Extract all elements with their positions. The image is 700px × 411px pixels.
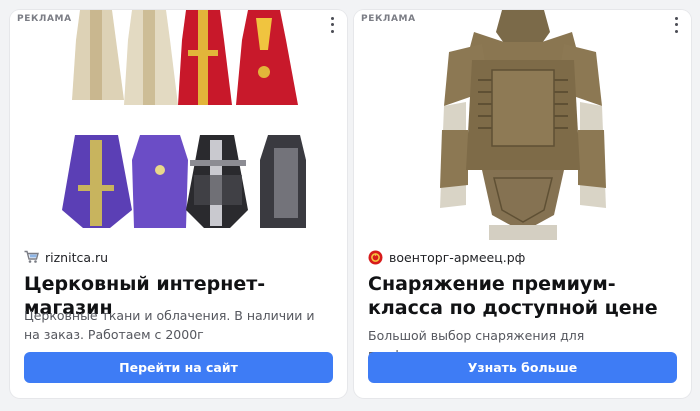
vestments-image[interactable]: [10, 10, 347, 240]
vestment-purple-2: [132, 135, 188, 228]
ad-label: РЕКЛАМА: [361, 14, 416, 24]
ad-card-riznitca[interactable]: РЕКЛАМА riznitca.ru Церковный интернет-м…: [10, 10, 347, 398]
vestments-photo: [10, 10, 347, 240]
cta-button[interactable]: Узнать больше: [368, 352, 677, 383]
domain-row[interactable]: военторг-армеец.рф: [368, 247, 525, 267]
more-menu-icon[interactable]: [325, 15, 339, 35]
ad-label: РЕКЛАМА: [17, 14, 72, 24]
red-emblem-icon: [368, 250, 383, 264]
domain-text: riznitca.ru: [45, 249, 109, 265]
domain-row[interactable]: riznitca.ru: [24, 247, 108, 267]
domain-text: военторг-армеец.рф: [389, 249, 526, 265]
cta-button[interactable]: Перейти на сайт: [24, 352, 333, 383]
tactical-vest-photo: [354, 10, 691, 240]
shopping-cart-icon: [24, 250, 39, 263]
ad-card-voentorg[interactable]: РЕКЛАМА военторг-армеец.рф Снаряжение пр…: [354, 10, 691, 398]
ad-description: Церковные ткани и облачения. В наличии и…: [24, 308, 315, 342]
vestment-black-2: [260, 135, 306, 228]
ad-title[interactable]: Снаряжение премиум-класса по доступной ц…: [368, 272, 679, 320]
more-menu-icon[interactable]: [669, 15, 683, 35]
tactical-vest-image[interactable]: [354, 10, 691, 240]
